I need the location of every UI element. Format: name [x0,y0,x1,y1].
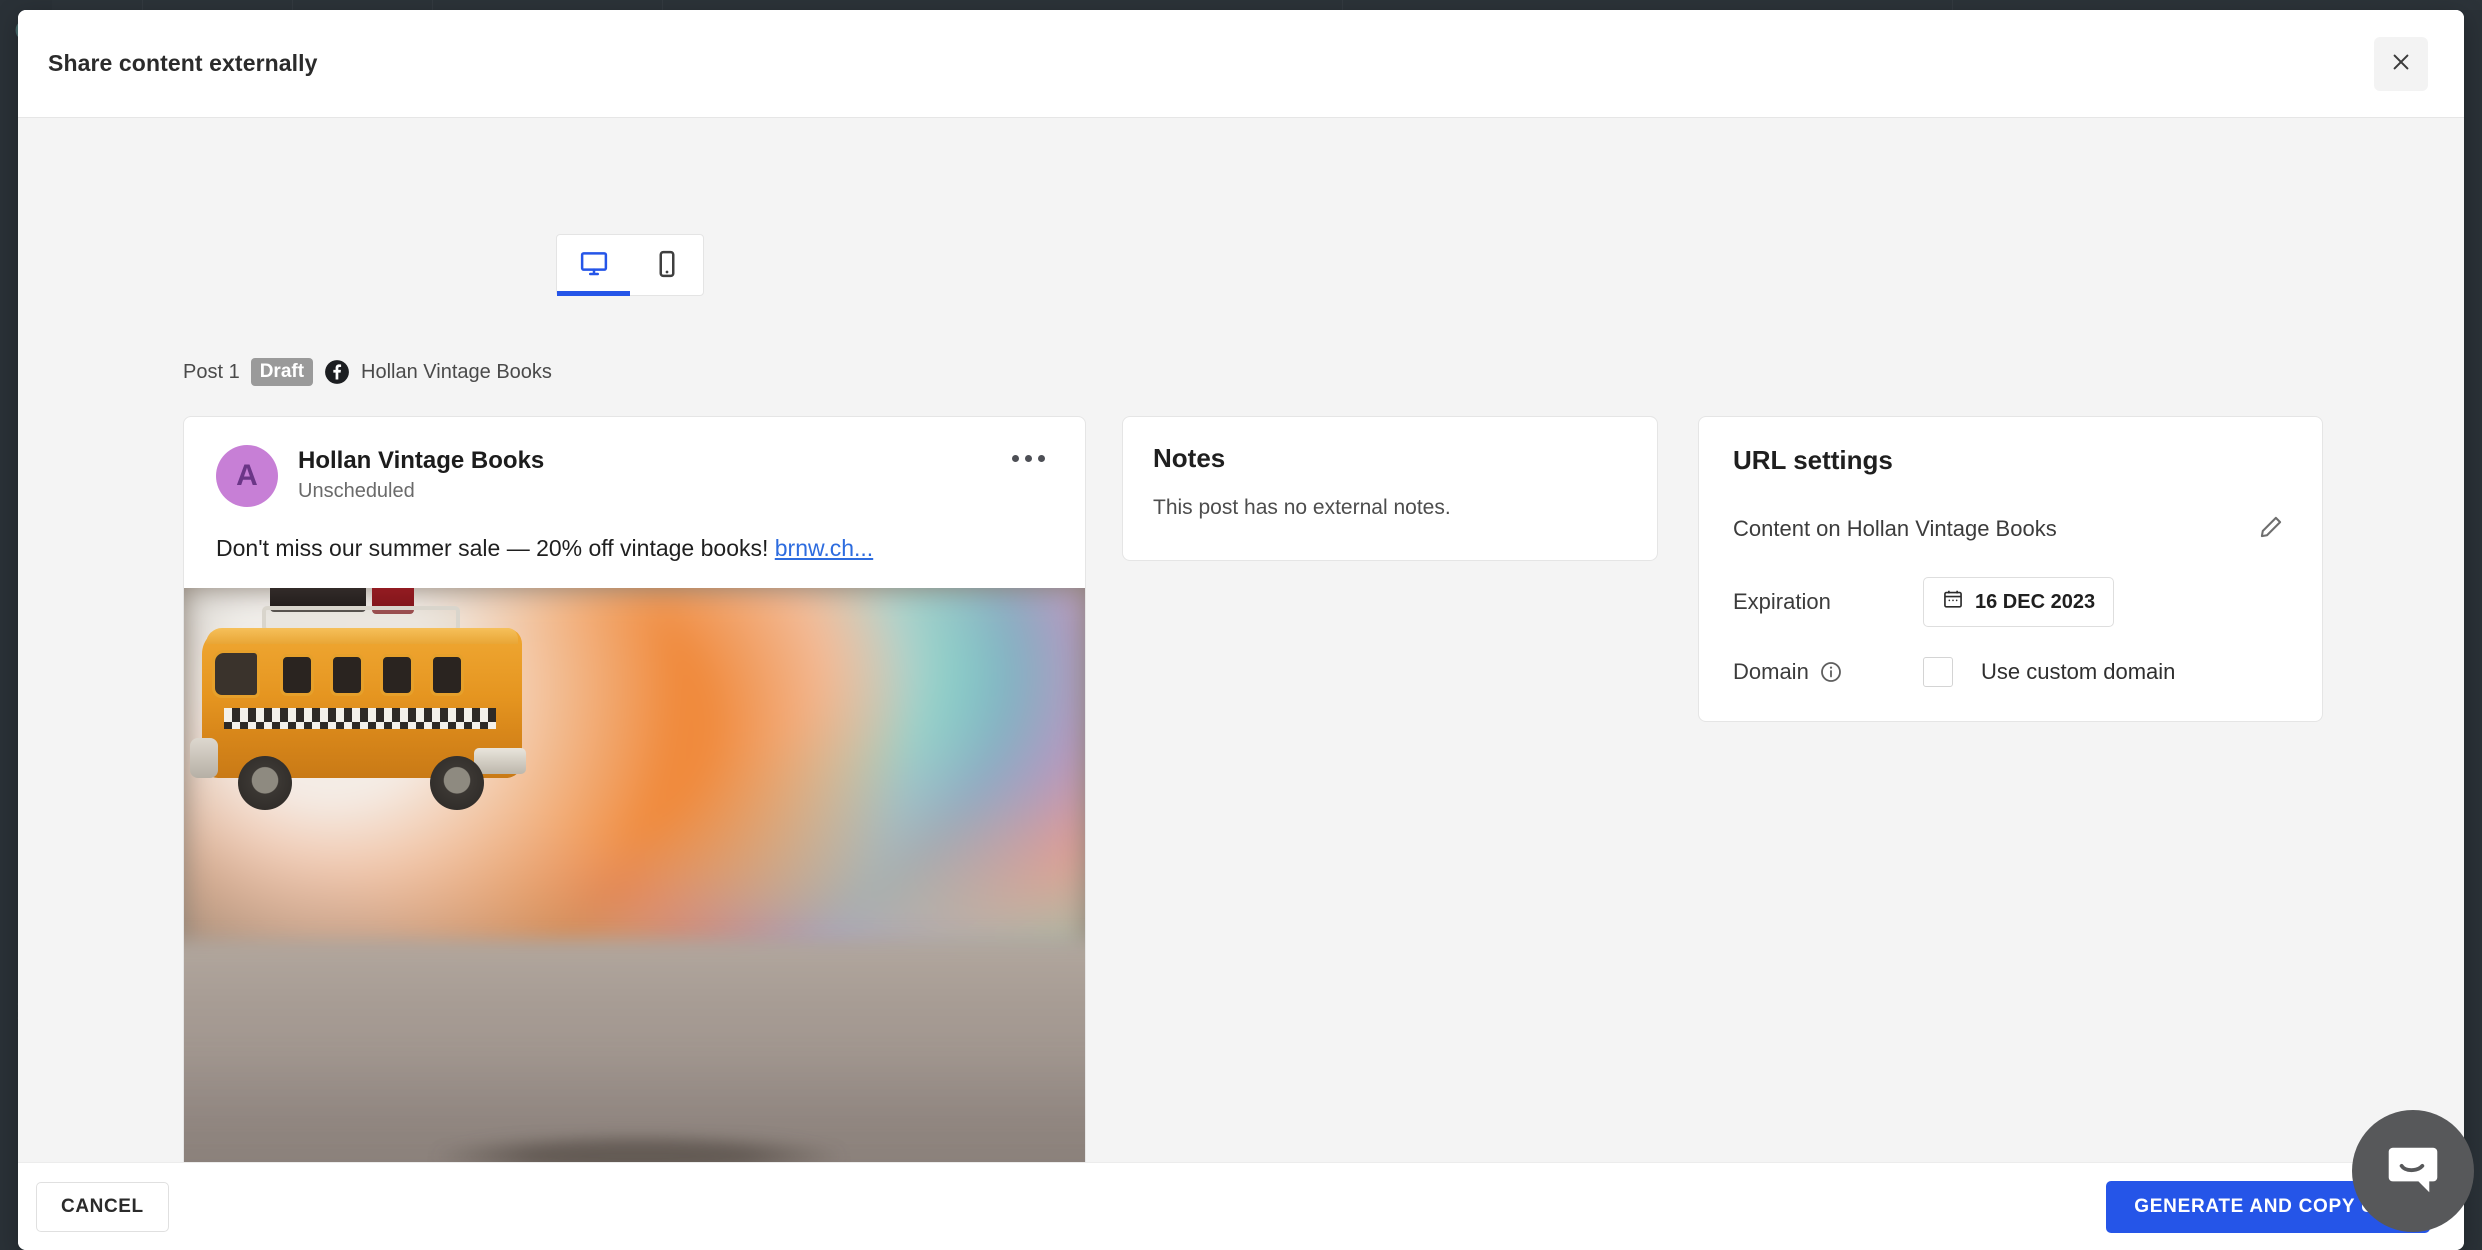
modal-header: Share content externally [18,10,2464,118]
notes-title: Notes [1153,443,1226,473]
post-schedule-status: Unscheduled [298,480,415,502]
chat-smile-bubble-icon [2382,1139,2444,1204]
post-preview-card: A Hollan Vintage Books Unscheduled Don't… [183,416,1086,1162]
post-more-menu-button[interactable] [1004,447,1053,470]
post-body-text: Don't miss our summer sale — 20% off vin… [184,507,1085,588]
page-title: Share content externally [48,50,318,76]
ellipsis-icon [1012,455,1019,462]
expiration-label: Expiration [1733,589,1831,614]
url-settings-panel: URL settings Content on Hollan Vintage B… [1698,416,2323,722]
notes-panel: Notes This post has no external notes. [1122,416,1658,561]
pencil-edit-icon [2258,514,2284,543]
tab-active-underline [557,291,630,296]
post-meta-row: Post 1 Draft Hollan Vintage Books [183,358,552,386]
url-content-row: Content on Hollan Vintage Books [1733,510,2288,547]
notes-empty-text: This post has no external notes. [1153,496,1451,519]
post-link[interactable]: brnw.ch... [775,535,873,561]
domain-row: Domain Use custom domain [1733,657,2288,687]
use-custom-domain-checkbox[interactable] [1923,657,1953,687]
close-button[interactable] [2374,36,2428,91]
custom-domain-control: Use custom domain [1923,657,2175,687]
account-name: Hollan Vintage Books [361,360,552,383]
desktop-monitor-icon [579,249,609,282]
avatar: A [216,445,278,507]
url-content-label: Content on Hollan Vintage Books [1733,515,2057,541]
post-index-label: Post 1 [183,360,240,383]
modal-footer: CANCEL GENERATE AND COPY URL [18,1162,2464,1250]
edit-url-button[interactable] [2254,510,2288,547]
info-icon[interactable] [1819,660,1843,684]
cancel-button[interactable]: CANCEL [36,1181,169,1232]
facebook-icon [324,359,350,385]
close-icon [2390,51,2412,76]
share-content-modal: Share content externally Post 1 Draft Ho… [18,10,2464,1250]
status-badge: Draft [250,358,314,386]
calendar-icon [1942,588,1964,616]
domain-label: Domain [1733,659,1809,684]
post-text-content: Don't miss our summer sale — 20% off vin… [216,535,775,561]
post-card-header: A Hollan Vintage Books Unscheduled [184,417,1085,507]
expiration-row: Expiration 16 DEC 2023 [1733,577,2288,627]
device-preview-tabs [556,234,704,296]
tab-mobile-preview[interactable] [630,235,703,295]
post-author-name: Hollan Vintage Books [298,447,545,474]
expiration-date-picker[interactable]: 16 DEC 2023 [1923,577,2115,627]
expiration-date-value: 16 DEC 2023 [1975,590,2096,613]
url-settings-title: URL settings [1733,445,1893,475]
post-author-block: Hollan Vintage Books Unscheduled [298,445,544,503]
chat-launcher-button[interactable] [2352,1110,2474,1232]
tab-desktop-preview[interactable] [557,235,630,296]
post-image [184,588,1085,1162]
use-custom-domain-label: Use custom domain [1981,659,2176,684]
domain-label-wrap: Domain [1733,659,1923,685]
mobile-phone-icon [652,249,682,282]
modal-body: Post 1 Draft Hollan Vintage Books A Holl… [18,118,2464,1162]
